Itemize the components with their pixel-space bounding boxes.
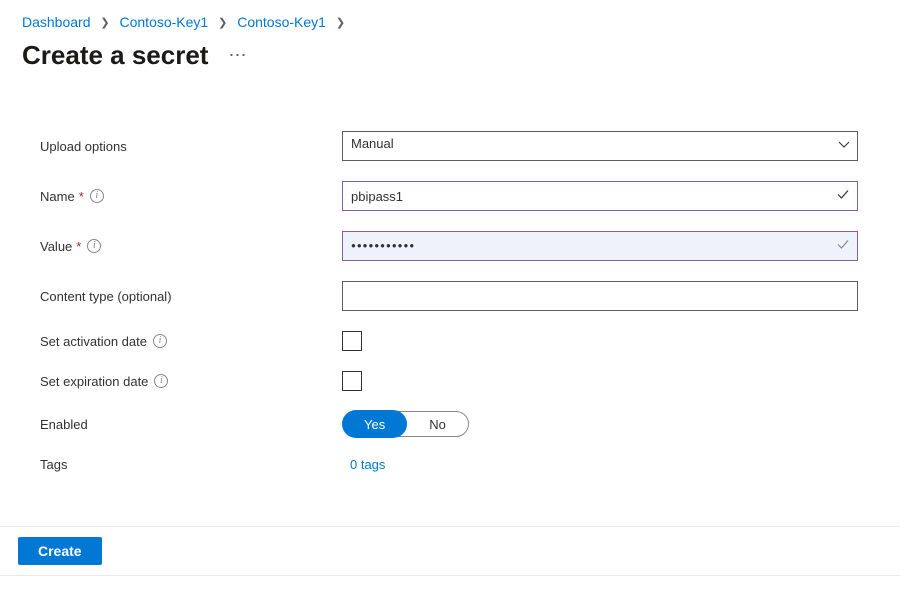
- name-input[interactable]: [342, 181, 858, 211]
- breadcrumb-item-contoso2[interactable]: Contoso-Key1: [237, 14, 326, 30]
- value-masked: ●●●●●●●●●●●: [351, 241, 415, 250]
- upload-options-row: Upload options Manual: [40, 131, 860, 161]
- value-input[interactable]: ●●●●●●●●●●●: [342, 231, 858, 261]
- required-indicator: *: [76, 239, 81, 254]
- breadcrumb-item-contoso1[interactable]: Contoso-Key1: [120, 14, 209, 30]
- info-icon[interactable]: i: [87, 239, 101, 253]
- info-icon[interactable]: i: [90, 189, 104, 203]
- info-icon[interactable]: i: [154, 374, 168, 388]
- expiration-checkbox[interactable]: [342, 371, 362, 391]
- check-icon: [836, 238, 850, 255]
- upload-options-label: Upload options: [40, 139, 342, 154]
- create-button[interactable]: Create: [18, 537, 102, 565]
- activation-checkbox[interactable]: [342, 331, 362, 351]
- required-indicator: *: [79, 189, 84, 204]
- name-label: Name * i: [40, 189, 342, 204]
- tags-link[interactable]: 0 tags: [342, 457, 385, 472]
- breadcrumb-item-dashboard[interactable]: Dashboard: [22, 14, 91, 30]
- chevron-right-icon: ❯: [100, 16, 109, 29]
- content-type-label: Content type (optional): [40, 289, 342, 304]
- tags-label: Tags: [40, 457, 342, 472]
- page-title: Create a secret: [22, 40, 208, 71]
- footer: Create: [0, 526, 900, 576]
- expiration-row: Set expiration date i: [40, 371, 860, 391]
- form: Upload options Manual Name * i Value * i: [0, 97, 900, 512]
- chevron-right-icon: ❯: [336, 16, 345, 29]
- chevron-right-icon: ❯: [218, 16, 227, 29]
- upload-options-value: Manual: [351, 136, 394, 151]
- breadcrumb: Dashboard ❯ Contoso-Key1 ❯ Contoso-Key1 …: [0, 0, 900, 34]
- name-row: Name * i: [40, 181, 860, 211]
- enabled-no-button[interactable]: No: [407, 411, 468, 437]
- value-row: Value * i ●●●●●●●●●●●: [40, 231, 860, 261]
- enabled-toggle: Yes No: [342, 411, 469, 437]
- enabled-yes-button[interactable]: Yes: [342, 410, 407, 438]
- activation-row: Set activation date i: [40, 331, 860, 351]
- upload-options-select[interactable]: Manual: [342, 131, 858, 161]
- tags-row: Tags 0 tags: [40, 457, 860, 472]
- content-type-input[interactable]: [342, 281, 858, 311]
- activation-label: Set activation date i: [40, 334, 342, 349]
- more-actions-icon[interactable]: ⋯: [228, 45, 248, 66]
- enabled-label: Enabled: [40, 417, 342, 432]
- value-label: Value * i: [40, 239, 342, 254]
- check-icon: [836, 188, 850, 205]
- content-type-row: Content type (optional): [40, 281, 860, 311]
- enabled-row: Enabled Yes No: [40, 411, 860, 437]
- info-icon[interactable]: i: [153, 334, 167, 348]
- expiration-label: Set expiration date i: [40, 374, 342, 389]
- page-header: Create a secret ⋯: [0, 34, 900, 97]
